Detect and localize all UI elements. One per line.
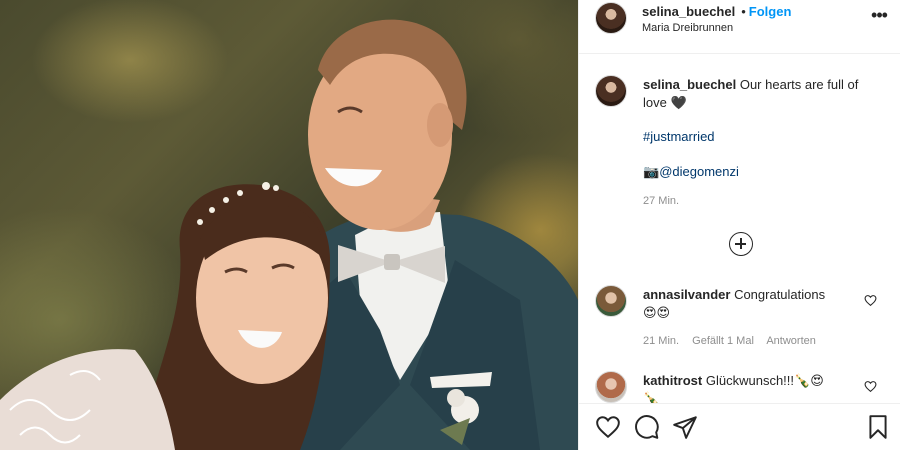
author-avatar[interactable] [595, 2, 627, 34]
comment-emoji-line: 🍾 [643, 391, 660, 403]
caption-credit-line: 📷@diegomenzi [643, 163, 739, 181]
caption-credit-link[interactable]: @diegomenzi [659, 164, 739, 179]
author-username[interactable]: selina_buechel [642, 4, 735, 19]
bookmark-icon[interactable] [865, 414, 891, 440]
comment-item: annasilvander Congratulations 😍😍 [643, 286, 853, 322]
post-action-bar [579, 403, 900, 450]
caption-time: 27 Min. [643, 195, 680, 207]
comment-text: Congratulations [734, 287, 826, 302]
post-side-panel: selina_buechel • Folgen Maria Dreibrunnen … [578, 0, 900, 450]
comment-emoji-line: 😍😍 [643, 305, 671, 320]
wedding-photo-illustration [0, 19, 578, 450]
comment-item: kathitrost Glückwunsch!!!🍾😍 🍾 [643, 372, 853, 403]
comment-like-heart-icon[interactable] [864, 294, 877, 307]
post-photo[interactable] [0, 0, 578, 450]
follow-button[interactable]: Folgen [749, 4, 792, 19]
caption-hashtag[interactable]: #justmarried [643, 128, 715, 146]
caption-username[interactable]: selina_buechel [643, 77, 736, 92]
separator-dot: • [741, 4, 746, 19]
heart-icon[interactable] [595, 414, 621, 440]
camera-icon: 📷 [643, 164, 660, 179]
comment-avatar[interactable] [595, 285, 627, 317]
comment-avatar[interactable] [595, 371, 627, 403]
comment-text: Glückwunsch!!!🍾😍 [705, 373, 824, 388]
comment-time: 21 Min. [643, 335, 680, 347]
location-link[interactable]: Maria Dreibrunnen [642, 22, 733, 34]
comment-username[interactable]: kathitrost [643, 373, 702, 388]
comment-meta: 21 Min. Gefällt 1 Mal Antworten [643, 335, 826, 347]
comments-area[interactable]: selina_buechel Our hearts are full of lo… [579, 55, 900, 403]
plus-circle-icon[interactable] [729, 232, 753, 256]
comment-reply-button[interactable]: Antworten [766, 335, 816, 347]
caption-avatar[interactable] [595, 75, 627, 107]
more-options-icon[interactable]: ••• [867, 6, 891, 26]
caption-text-block: selina_buechel Our hearts are full of lo… [643, 76, 873, 112]
comment-username[interactable]: annasilvander [643, 287, 730, 302]
post-header: selina_buechel • Folgen Maria Dreibrunnen … [579, 0, 900, 54]
comment-likes[interactable]: Gefällt 1 Mal [692, 335, 754, 347]
comment-icon[interactable] [634, 414, 660, 440]
comment-like-heart-icon[interactable] [864, 380, 877, 393]
author-line: selina_buechel • Folgen [642, 3, 791, 21]
paper-plane-icon[interactable] [672, 414, 698, 440]
